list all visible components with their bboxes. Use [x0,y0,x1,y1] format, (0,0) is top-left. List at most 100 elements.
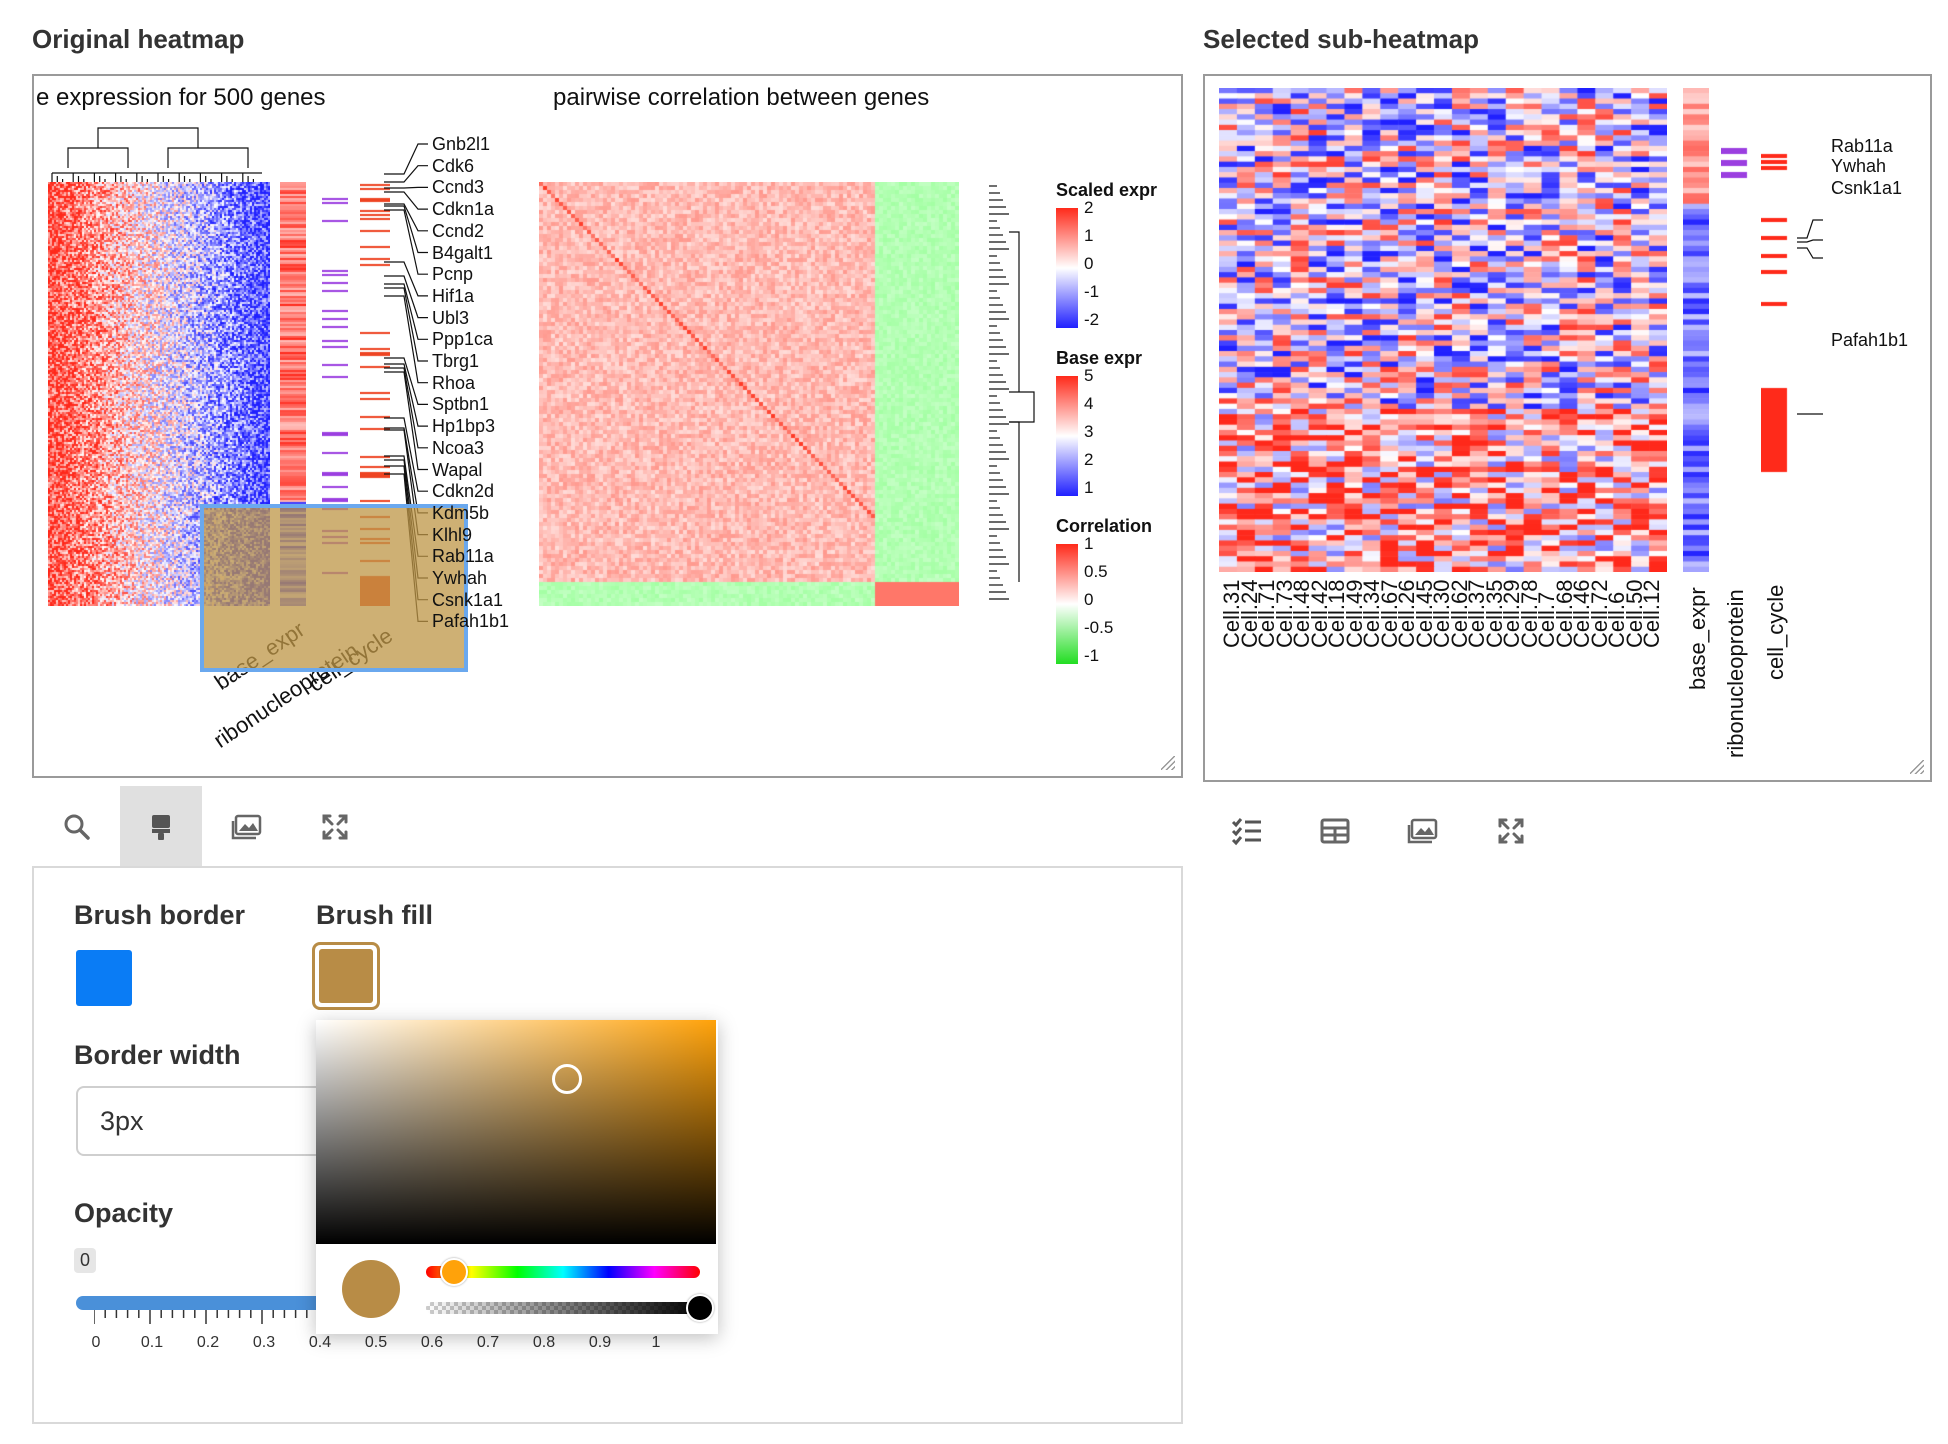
gene-label: Rhoa [432,372,476,393]
sub-expand-tab[interactable] [1470,790,1552,872]
correlation-heatmap-title: pairwise correlation between genes [553,84,930,111]
gene-label: Ywhah [432,568,488,588]
gene-label: B4galt1 [432,242,494,263]
opacity-tick-label: 0.3 [252,1334,276,1351]
gene-label: Cdkn1a [432,199,495,220]
gene-label: Sptbn1 [432,394,490,415]
expression-heatmap-title: e expression for 500 genes [36,84,326,111]
brush-icon [152,815,170,840]
gene-label: Klhl9 [432,524,473,545]
resize-handle[interactable] [1161,756,1175,770]
gene-label: Cdkn2d [432,481,495,502]
legend-tick-label: 2 [1084,450,1094,469]
brush-border-label: Brush border [74,900,246,930]
sub-heatmap-panel[interactable]: base_expr ribonucleoprotein cell_cycle R… [1203,74,1932,782]
expand-icon [322,814,348,840]
brush-fill-label: Brush fill [316,900,434,930]
opacity-tick-label: 0.9 [588,1334,612,1351]
sub-heatmap[interactable] [1219,88,1667,572]
sub-annotation-label-ribonucleoprotein: ribonucleoprotein [1723,589,1748,758]
legend-tick-label: 1 [1084,226,1094,245]
legend-color-bar [1056,208,1078,328]
legend-tick-label: 5 [1084,366,1094,385]
sub-gene-label: Ywhah [1831,156,1887,176]
alpha-slider-handle[interactable] [686,1294,714,1322]
row-dendrogram [989,185,1035,600]
border-width-label: Border width [74,1040,241,1070]
sub-gene-label: Csnk1a1 [1831,178,1903,198]
sub-gene-label: Pafah1b1 [1831,330,1909,350]
search-tab[interactable] [36,786,118,868]
gene-label: Csnk1a1 [432,589,504,610]
gene-label: Rab11a [432,546,494,567]
saturation-value-area[interactable] [316,1020,716,1244]
legend-color-bar [1056,544,1078,664]
legend-color-bar [1056,376,1078,496]
hue-slider-handle[interactable] [440,1258,468,1286]
brush-tab[interactable] [120,786,202,868]
gene-label: Ubl3 [432,307,470,328]
color-preview [342,1260,400,1318]
correlation-heatmap[interactable] [539,182,959,606]
sub-cell-cycle-annotation [1761,88,1791,572]
color-picker-popover[interactable] [316,1020,718,1334]
legend-tick-label: 1 [1084,534,1094,553]
opacity-tick-label: 0.2 [196,1334,220,1351]
legend-tick-label: 2 [1084,198,1094,217]
opacity-value-badge: 0 [74,1248,97,1273]
legend-tick-label: 0.5 [1084,562,1108,581]
sub-base-expr-annotation [1683,88,1709,572]
gene-label: Kdm5b [432,502,490,523]
brush-selection[interactable] [200,504,468,672]
legend-title: Base expr [1056,348,1143,368]
legend-tick-label: 0 [1084,590,1094,609]
sub-gene-label-links [1797,219,1823,415]
legend-title: Scaled expr [1056,180,1158,200]
image-icon [1407,818,1438,844]
opacity-tick-label: 1 [651,1334,661,1351]
opacity-label: Opacity [74,1198,174,1228]
resize-handle[interactable] [1910,760,1924,774]
sub-cell-label: Cell.12 [1639,579,1664,648]
legend-tick-label: 1 [1084,478,1094,497]
search-icon [64,814,90,840]
image-export-tab[interactable] [206,786,288,868]
brush-border-swatch[interactable] [76,950,132,1006]
gene-list-tab[interactable] [1206,790,1288,872]
gene-label: Ccnd2 [432,220,485,241]
color-picker-cursor[interactable] [552,1064,582,1094]
sub-image-export-tab[interactable] [1382,790,1464,872]
gene-label: Hif1a [432,285,475,306]
gene-label: Cdk6 [432,155,475,176]
legend-tick-label: 0 [1084,254,1094,273]
legend-tick-label: -0.5 [1084,618,1114,637]
legend-tick-label: 3 [1084,422,1094,441]
gene-label: Wapal [432,459,483,480]
legend-title: Correlation [1056,516,1153,536]
original-heatmap-panel[interactable]: e expression for 500 genes pairwise corr… [32,74,1183,778]
gene-label: Tbrg1 [432,351,480,371]
gene-label: Pcnp [432,264,474,285]
opacity-tick-label: 0.8 [532,1334,556,1351]
sub-heatmap-title: Selected sub-heatmap [1203,24,1479,54]
column-dendrogram [51,127,262,188]
image-icon [231,814,262,840]
table-tab[interactable] [1294,790,1376,872]
sub-annotation-label-cell-cycle: cell_cycle [1763,584,1788,680]
gene-label: Pafah1b1 [432,611,510,632]
alpha-slider[interactable] [426,1302,700,1314]
expand-tab[interactable] [294,786,376,868]
opacity-tick-label: 0.7 [476,1334,500,1351]
gene-label: Ncoa3 [432,437,485,458]
opacity-tick-label: 0.6 [420,1334,444,1351]
opacity-tick-label: 0.5 [364,1334,388,1351]
opacity-tick-label: 0.4 [308,1334,332,1351]
gene-label: Gnb2l1 [432,134,491,154]
gene-label: Ccnd3 [432,177,485,198]
gene-label: Hp1bp3 [432,416,496,437]
brush-fill-swatch[interactable] [312,942,380,1010]
table-icon [1320,818,1350,844]
opacity-tick-label: 0.1 [140,1334,164,1351]
opacity-tick-label: 0 [91,1334,101,1351]
original-heatmap-title: Original heatmap [32,24,245,54]
